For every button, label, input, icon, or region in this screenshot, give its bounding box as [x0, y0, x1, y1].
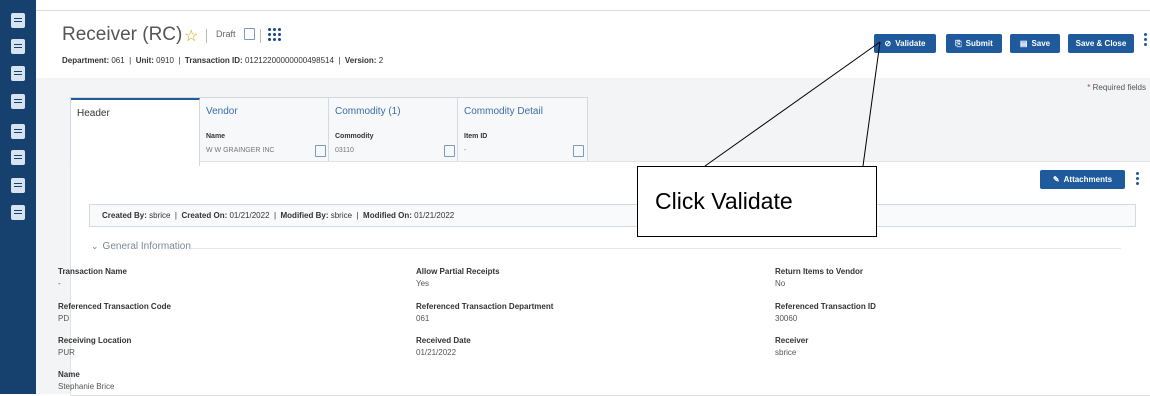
divider — [191, 248, 1121, 249]
left-nav-rail — [0, 0, 36, 394]
tab-commodity-detail[interactable]: Commodity Detail Item ID - — [458, 98, 586, 161]
notes-icon[interactable] — [444, 145, 455, 157]
divider — [260, 29, 261, 43]
more-options-icon[interactable] — [1144, 33, 1147, 36]
document-icon[interactable] — [11, 13, 25, 28]
tab-label: Commodity (1) — [335, 106, 401, 117]
save-icon: ▤ — [1019, 39, 1028, 48]
field-receiver: Receiver sbrice — [775, 336, 809, 357]
document-icon[interactable] — [11, 39, 25, 54]
field-allow-partial-receipts: Allow Partial Receipts Yes — [416, 267, 500, 288]
field-referenced-transaction-id: Referenced Transaction ID 30060 — [775, 302, 876, 323]
transaction-header: Receiver (RC) ☆ Draft Department: 061 | … — [36, 11, 1150, 76]
audit-bar: Created By: sbrice | Created On: 01/21/2… — [89, 204, 1136, 227]
field-referenced-transaction-code: Referenced Transaction Code PD — [58, 302, 171, 323]
tab-field-label: Commodity — [335, 133, 374, 140]
divider — [206, 29, 207, 43]
app-grid-icon[interactable] — [267, 27, 281, 41]
field-receiving-location: Receiving Location PUR — [58, 336, 132, 357]
paperclip-icon: ✎ — [1052, 175, 1060, 184]
main-area: Receiver (RC) ☆ Draft Department: 061 | … — [36, 0, 1150, 396]
tab-header[interactable]: Header — [71, 98, 200, 166]
required-fields-note: * Required fields — [1087, 83, 1146, 92]
tab-field-value: W W GRAINGER INC — [206, 147, 275, 154]
section-tabs: Header Vendor Name W W GRAINGER INC Comm… — [70, 97, 588, 166]
notes-icon[interactable] — [573, 145, 584, 157]
documents-icon[interactable] — [11, 124, 25, 139]
favorite-star-icon[interactable]: ☆ — [184, 26, 198, 46]
save-button[interactable]: ▤ Save — [1010, 34, 1060, 53]
section-header-general-information[interactable]: ⌄ General Information — [91, 241, 191, 252]
header-panel — [70, 161, 1150, 396]
click-validate-callout: Click Validate — [637, 166, 877, 237]
page-title: Receiver (RC) — [62, 24, 183, 45]
more-options-icon[interactable] — [1136, 172, 1139, 175]
notes-icon[interactable] — [315, 145, 326, 157]
tab-vendor[interactable]: Vendor Name W W GRAINGER INC — [200, 98, 329, 161]
document-icon[interactable] — [11, 94, 25, 109]
submit-icon: ⎘ — [955, 38, 962, 48]
chevron-down-icon: ⌄ — [91, 241, 99, 251]
settings-icon[interactable] — [11, 178, 25, 193]
submit-button[interactable]: ⎘ Submit — [946, 34, 1002, 53]
transaction-meta: Department: 061 | Unit: 0910 | Transacti… — [62, 56, 384, 65]
field-referenced-transaction-department: Referenced Transaction Department 061 — [416, 302, 554, 323]
field-received-date: Received Date 01/21/2022 — [416, 336, 471, 357]
notes-icon[interactable] — [244, 28, 255, 40]
tab-field-label: Item ID — [464, 133, 488, 140]
save-close-button[interactable]: Save & Close — [1068, 34, 1134, 53]
status-label: Draft — [216, 29, 236, 39]
report-icon[interactable] — [11, 66, 25, 81]
tab-field-label: Name — [206, 133, 226, 140]
calculator-icon[interactable] — [11, 205, 25, 220]
field-transaction-name: Transaction Name - — [58, 267, 127, 288]
tab-field-value: 03110 — [335, 147, 354, 154]
check-circle-icon: ⊘ — [884, 39, 892, 48]
validate-button[interactable]: ⊘ Validate — [874, 34, 936, 53]
field-return-items-to-vendor: Return Items to Vendor No — [775, 267, 864, 288]
tab-field-value: - — [464, 147, 467, 154]
attachments-button[interactable]: ✎ Attachments — [1040, 170, 1125, 189]
tab-label: Commodity Detail — [464, 106, 543, 117]
tab-label: Header — [77, 108, 110, 119]
tab-label: Vendor — [206, 106, 238, 117]
search-document-icon[interactable] — [11, 150, 25, 165]
tab-commodity[interactable]: Commodity (1) Commodity 03110 — [329, 98, 458, 161]
field-name: Name Stephanie Brice — [58, 370, 115, 391]
